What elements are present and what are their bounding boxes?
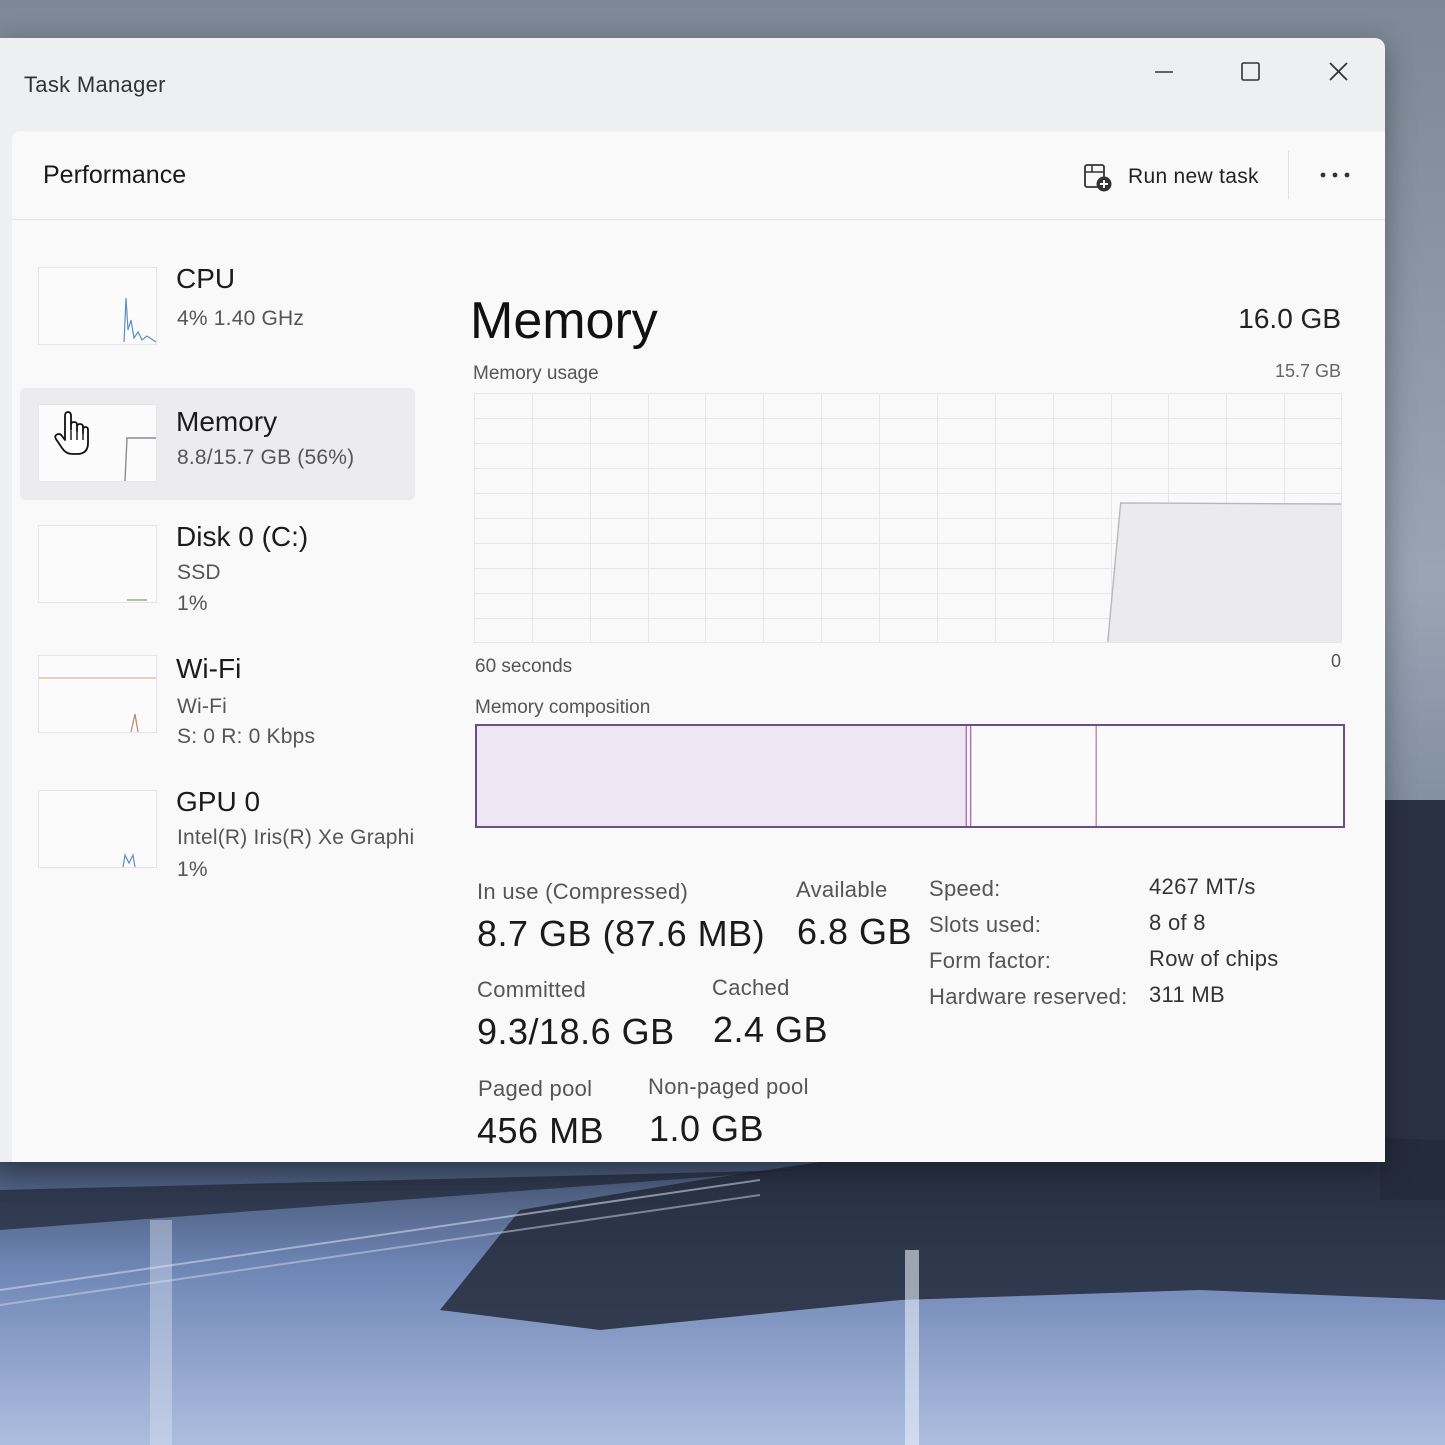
more-options-icon xyxy=(1320,172,1350,178)
sidebar-item-detail: 4% 1.40 GHz xyxy=(177,307,305,330)
committed-label: Committed xyxy=(477,977,587,1002)
form-factor-label: Form factor: xyxy=(929,948,1052,973)
sidebar-item-detail: Wi-Fi xyxy=(177,695,227,718)
sidebar-item-title: Memory xyxy=(176,406,278,437)
header-divider xyxy=(1288,151,1289,199)
sidebar-item-detail: 1% xyxy=(177,858,208,881)
minimize-button[interactable] xyxy=(1142,54,1186,90)
maximize-button[interactable] xyxy=(1228,54,1272,90)
wifi-thumbnail-graph xyxy=(38,655,157,733)
memory-composition-bar xyxy=(475,724,1345,828)
more-options-button[interactable] xyxy=(1312,157,1358,193)
graph-min-label: 0 xyxy=(1330,651,1341,671)
non-paged-pool-label: Non-paged pool xyxy=(648,1074,809,1099)
cached-value: 2.4 GB xyxy=(713,1009,829,1050)
non-paged-pool-value: 1.0 GB xyxy=(649,1108,765,1149)
page-title: Performance xyxy=(43,161,187,189)
sidebar-item-title: Disk 0 (C:) xyxy=(176,521,309,552)
in-use-value: 8.7 GB (87.6 MB) xyxy=(477,913,766,954)
app-title: Task Manager xyxy=(24,72,166,97)
content-pane: Performance Run new task CPU 4% 1.40 GHz… xyxy=(12,131,1385,1162)
cached-label: Cached xyxy=(712,975,790,1000)
slots-used-label: Slots used: xyxy=(929,912,1042,937)
minimize-icon xyxy=(1155,71,1173,73)
sidebar-item-detail: SSD xyxy=(177,561,221,584)
maximize-icon xyxy=(1241,62,1260,81)
paged-pool-value: 456 MB xyxy=(477,1110,605,1151)
sidebar-item-title: GPU 0 xyxy=(176,786,261,817)
memory-usage-graph xyxy=(474,393,1342,643)
sidebar-item-cpu[interactable]: CPU 4% 1.40 GHz xyxy=(20,253,415,365)
committed-value: 9.3/18.6 GB xyxy=(477,1011,675,1052)
hardware-reserved-value: 311 MB xyxy=(1149,982,1225,1007)
sidebar-item-title: CPU xyxy=(176,263,236,294)
close-icon xyxy=(1329,62,1348,81)
cpu-thumbnail-graph xyxy=(38,267,157,345)
title-bar: Task Manager xyxy=(0,38,1385,130)
sidebar-item-title: Wi-Fi xyxy=(176,653,242,684)
sidebar-item-detail: Intel(R) Iris(R) Xe Graphi xyxy=(177,826,415,849)
speed-value: 4267 MT/s xyxy=(1149,874,1256,899)
sidebar-item-wifi[interactable]: Wi-Fi Wi-Fi S: 0 R: 0 Kbps xyxy=(20,643,415,755)
speed-label: Speed: xyxy=(929,876,1001,901)
memory-usage-area xyxy=(1106,502,1342,643)
paged-pool-label: Paged pool xyxy=(478,1076,593,1101)
graph-time-axis-label: 60 seconds xyxy=(475,656,573,677)
gpu-thumbnail-graph xyxy=(38,790,157,868)
in-use-label: In use (Compressed) xyxy=(477,879,689,904)
close-button[interactable] xyxy=(1316,54,1360,90)
run-new-task-label: Run new task xyxy=(1128,165,1259,188)
sidebar-item-detail: 1% xyxy=(177,592,208,615)
composition-in-use-segment[interactable] xyxy=(477,726,967,826)
available-value: 6.8 GB xyxy=(797,911,913,952)
memory-usage-label: Memory usage xyxy=(473,363,599,384)
run-task-icon xyxy=(1084,164,1112,192)
task-manager-window: Task Manager Performance Run new task CP… xyxy=(0,38,1385,1162)
hardware-reserved-label: Hardware reserved: xyxy=(929,984,1128,1009)
memory-composition-label: Memory composition xyxy=(475,697,651,718)
slots-used-value: 8 of 8 xyxy=(1149,910,1206,935)
memory-usage-max: 15.7 GB xyxy=(1274,361,1341,381)
form-factor-value: Row of chips xyxy=(1149,946,1279,971)
sidebar-item-detail: S: 0 R: 0 Kbps xyxy=(177,725,316,748)
run-new-task-button[interactable]: Run new task xyxy=(1074,159,1267,195)
sidebar-item-disk[interactable]: Disk 0 (C:) SSD 1% xyxy=(20,513,415,625)
sidebar-item-detail: 8.8/15.7 GB (56%) xyxy=(177,446,355,469)
disk-thumbnail-graph xyxy=(38,525,157,603)
page-header: Performance Run new task xyxy=(12,131,1385,220)
main-title: Memory xyxy=(470,292,658,350)
available-label: Available xyxy=(796,877,888,902)
hand-pointer-cursor xyxy=(54,411,89,455)
total-memory: 16.0 GB xyxy=(1238,303,1341,334)
sidebar-item-gpu[interactable]: GPU 0 Intel(R) Iris(R) Xe Graphi 1% xyxy=(20,776,415,888)
